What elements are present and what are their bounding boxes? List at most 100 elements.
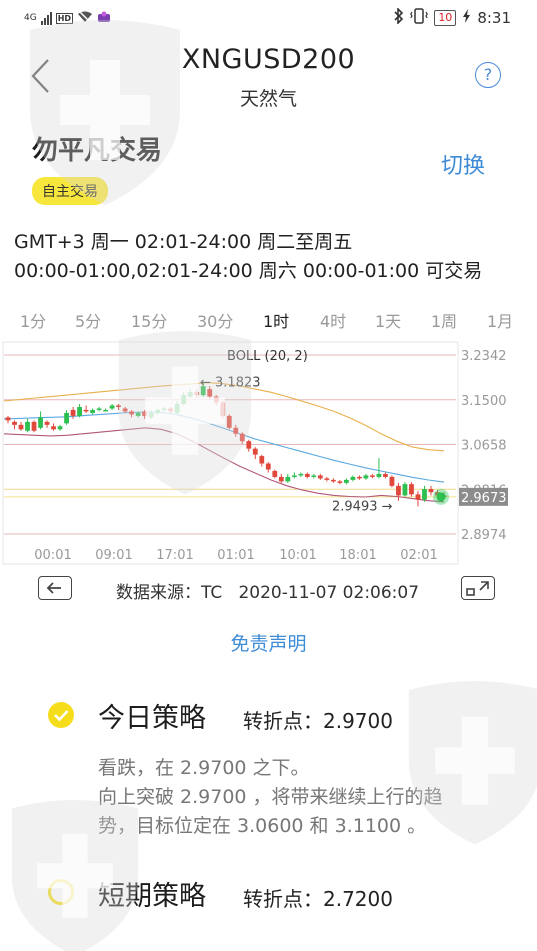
high-annotation: ← 3.1823 [200,376,261,391]
trading-hours: GMT+3 周一 02:01-24:00 周二至周五 00:00-01:00,0… [14,228,482,286]
tab-1min[interactable]: 1分 [20,308,46,332]
candle-body [396,485,401,496]
status-bar: 4G HD 10 8:31 [0,0,537,34]
candle-body [109,405,115,409]
pivot-label: 转折点： [243,709,323,733]
candle-body [330,479,336,482]
data-source-line: 数据来源：TC 2020-11-07 02:06:07 [116,578,419,603]
candle-body [187,392,193,397]
strategy-line: 向上突破 2.9700 ，将带来继续上行的趋 [98,786,443,808]
data-timestamp: 2020-11-07 02:06:07 [238,583,420,603]
disclaimer-link[interactable]: 免责声明 [0,629,537,656]
candle-body [148,412,154,418]
candle-body [213,396,219,403]
wifi-off-icon [77,10,93,26]
candle-body [142,411,148,416]
fullscreen-icon[interactable] [461,576,495,600]
x-tick-label: 02:01 [400,548,437,563]
candle-body [174,404,180,413]
candle-body [252,448,258,455]
candle-body [129,411,135,415]
pivot-value: 2.9700 [323,709,393,733]
tab-4hour[interactable]: 4时 [320,308,346,332]
candle-body [311,475,317,477]
candle-body [383,473,388,477]
x-tick-label: 17:01 [156,548,193,563]
candle-body [96,408,102,410]
candle-body [343,479,349,483]
tab-5min[interactable]: 5分 [75,308,101,332]
candle-body [12,421,17,425]
candle-body [116,405,122,407]
candle-body [304,473,310,477]
candle-body [44,421,50,425]
exit-chart-icon[interactable] [38,576,72,600]
network-label: 4G [24,13,37,23]
x-tick-label: 01:01 [217,548,254,563]
candle-body [155,409,161,413]
charging-icon [462,9,471,27]
candle-body [239,433,245,442]
trading-hours-line: GMT+3 周一 02:01-24:00 周二至周五 [14,231,353,253]
pivot-value: 2.7200 [323,887,393,911]
candle-body [370,475,375,477]
candle-body [278,476,284,482]
candle-body [363,475,369,479]
candle-body [194,392,200,396]
strategy-line: 看跌，在 2.9700 之下。 [98,757,310,779]
y-tick-label: 3.0658 [461,439,507,454]
price-chart[interactable]: 3.23423.15003.06582.98162.897400:0109:01… [0,338,537,570]
bluetooth-icon [393,7,404,28]
x-tick-label: 18:01 [339,548,376,563]
candle-body [350,476,356,480]
candle-body [70,409,76,416]
tab-1month[interactable]: 1月 [487,308,513,332]
candle-body [259,456,265,464]
candle-body [77,406,82,416]
data-source-label: 数据来源：TC [116,583,223,603]
page-title: XNGUSD200 [181,44,356,75]
candle-body [181,395,187,405]
strategy-title: 今日策略 [98,703,206,734]
tab-30min[interactable]: 30分 [197,308,233,332]
clock-time: 8:31 [477,9,511,27]
candle-body [64,412,69,424]
candle-body [428,489,434,493]
candle-body [285,476,291,482]
strategy-title: 短期策略 [98,881,206,912]
candle-body [83,409,89,412]
candle-body [25,421,30,431]
candle-body [161,408,167,410]
current-price-dot [436,492,446,502]
candle-body [422,489,427,500]
candle-body [291,475,297,477]
candle-body [337,481,343,483]
signal-icon [40,11,52,25]
switch-broker-link[interactable]: 切换 [441,148,485,180]
status-left: 4G HD [24,10,111,26]
tab-1week[interactable]: 1周 [431,308,457,332]
timeframe-tabs: 1分 5分 15分 30分 1时 4时 1天 1周 1月 [0,304,537,332]
tab-1day[interactable]: 1天 [375,308,401,332]
low-annotation: 2.9493 → [332,499,393,514]
candle-body [103,409,109,412]
candlestick-chart: 3.23423.15003.06582.98162.897400:0109:01… [2,341,508,565]
pivot-point: 转折点：2.9700 [243,705,393,734]
candle-body [226,415,232,428]
candle-body [220,402,226,416]
candle-body [324,478,330,480]
candle-body [246,441,252,449]
ring-circle-icon [48,879,74,905]
vibrate-icon [410,8,429,28]
candle-body [5,417,11,421]
help-question-icon[interactable]: ? [475,62,501,88]
strategy-description: 看跌，在 2.9700 之下。 向上突破 2.9700 ，将带来继续上行的趋 势… [98,754,518,841]
candle-body [51,426,56,430]
candle-body [265,463,271,470]
candle-body [135,412,141,416]
tab-1hour[interactable]: 1时 [263,308,289,332]
candle-body [298,473,304,476]
tab-15min[interactable]: 15分 [131,308,167,332]
app-notification-icon [97,11,111,26]
candle-body [57,426,63,430]
